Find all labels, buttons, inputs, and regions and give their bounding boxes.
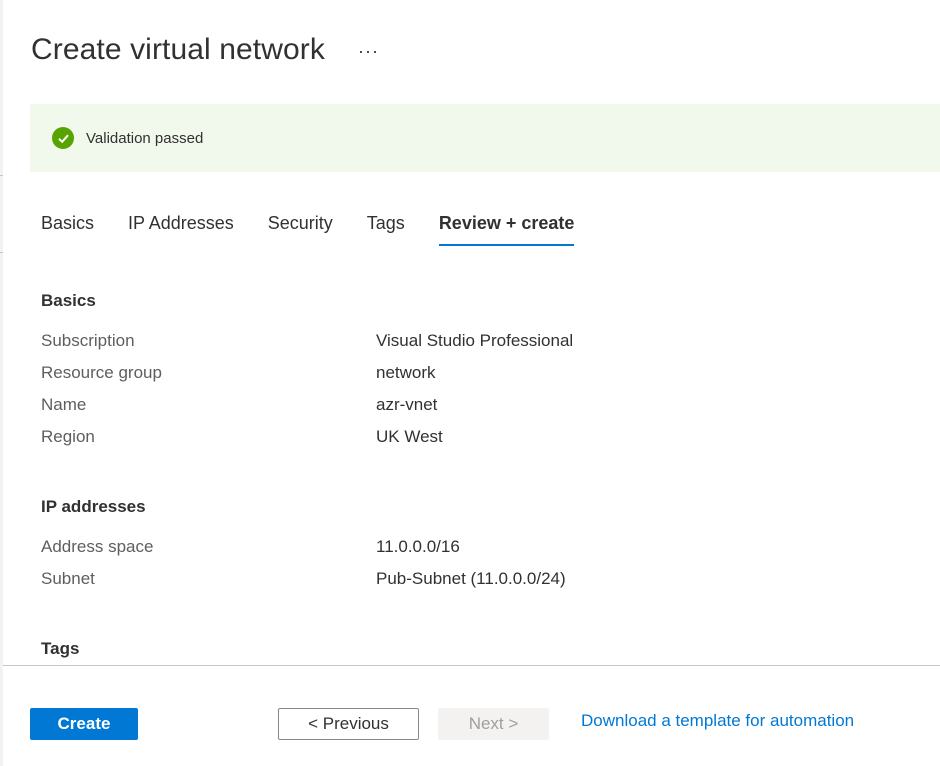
summary-row: Resource group network <box>41 363 841 387</box>
summary-row: Subscription Visual Studio Professional <box>41 331 841 355</box>
tab-ip-addresses[interactable]: IP Addresses <box>128 204 234 248</box>
tab-bar: Basics IP Addresses Security Tags Review… <box>41 204 608 248</box>
tab-basics[interactable]: Basics <box>41 204 94 248</box>
summary-row: Name azr-vnet <box>41 395 841 419</box>
validation-text: Validation passed <box>86 129 204 147</box>
footer-divider <box>3 665 940 666</box>
tab-review-create[interactable]: Review + create <box>438 204 574 248</box>
section-title-basics: Basics <box>41 291 96 310</box>
summary-row: Address space 11.0.0.0/16 <box>41 537 841 561</box>
summary-value: Pub-Subnet (11.0.0.0/24) <box>376 569 566 588</box>
summary-key: Name <box>41 395 87 414</box>
summary-key: Subnet <box>41 569 95 588</box>
summary-value: 11.0.0.0/16 <box>376 537 460 556</box>
create-button[interactable]: Create <box>30 708 138 740</box>
section-title-ip-addresses: IP addresses <box>41 497 146 516</box>
summary-key: Resource group <box>41 363 162 382</box>
validation-banner: Validation passed <box>30 104 940 172</box>
summary-row: Subnet Pub-Subnet (11.0.0.0/24) <box>41 569 841 593</box>
section-title-tags: Tags <box>41 639 80 658</box>
tab-tags[interactable]: Tags <box>367 204 405 248</box>
download-template-link[interactable]: Download a template for automation <box>581 711 854 731</box>
left-rail <box>0 0 3 766</box>
previous-button[interactable]: < Previous <box>278 708 419 740</box>
summary-key: Address space <box>41 537 154 556</box>
title-row: Create virtual network ··· <box>31 30 379 70</box>
check-circle-icon <box>52 127 74 149</box>
summary-value: Visual Studio Professional <box>376 331 574 350</box>
summary-value: azr-vnet <box>376 395 438 414</box>
summary-key: Region <box>41 427 95 446</box>
tab-security[interactable]: Security <box>268 204 333 248</box>
summary-key: Subscription <box>41 331 135 350</box>
next-button[interactable]: Next > <box>438 708 549 740</box>
rail-divider <box>0 175 3 176</box>
rail-divider <box>0 252 3 253</box>
summary-value: network <box>376 363 436 382</box>
summary-row: Region UK West <box>41 427 841 451</box>
summary-value: UK West <box>376 427 443 446</box>
more-options-button[interactable]: ··· <box>358 41 379 62</box>
page-title: Create virtual network <box>31 33 325 66</box>
